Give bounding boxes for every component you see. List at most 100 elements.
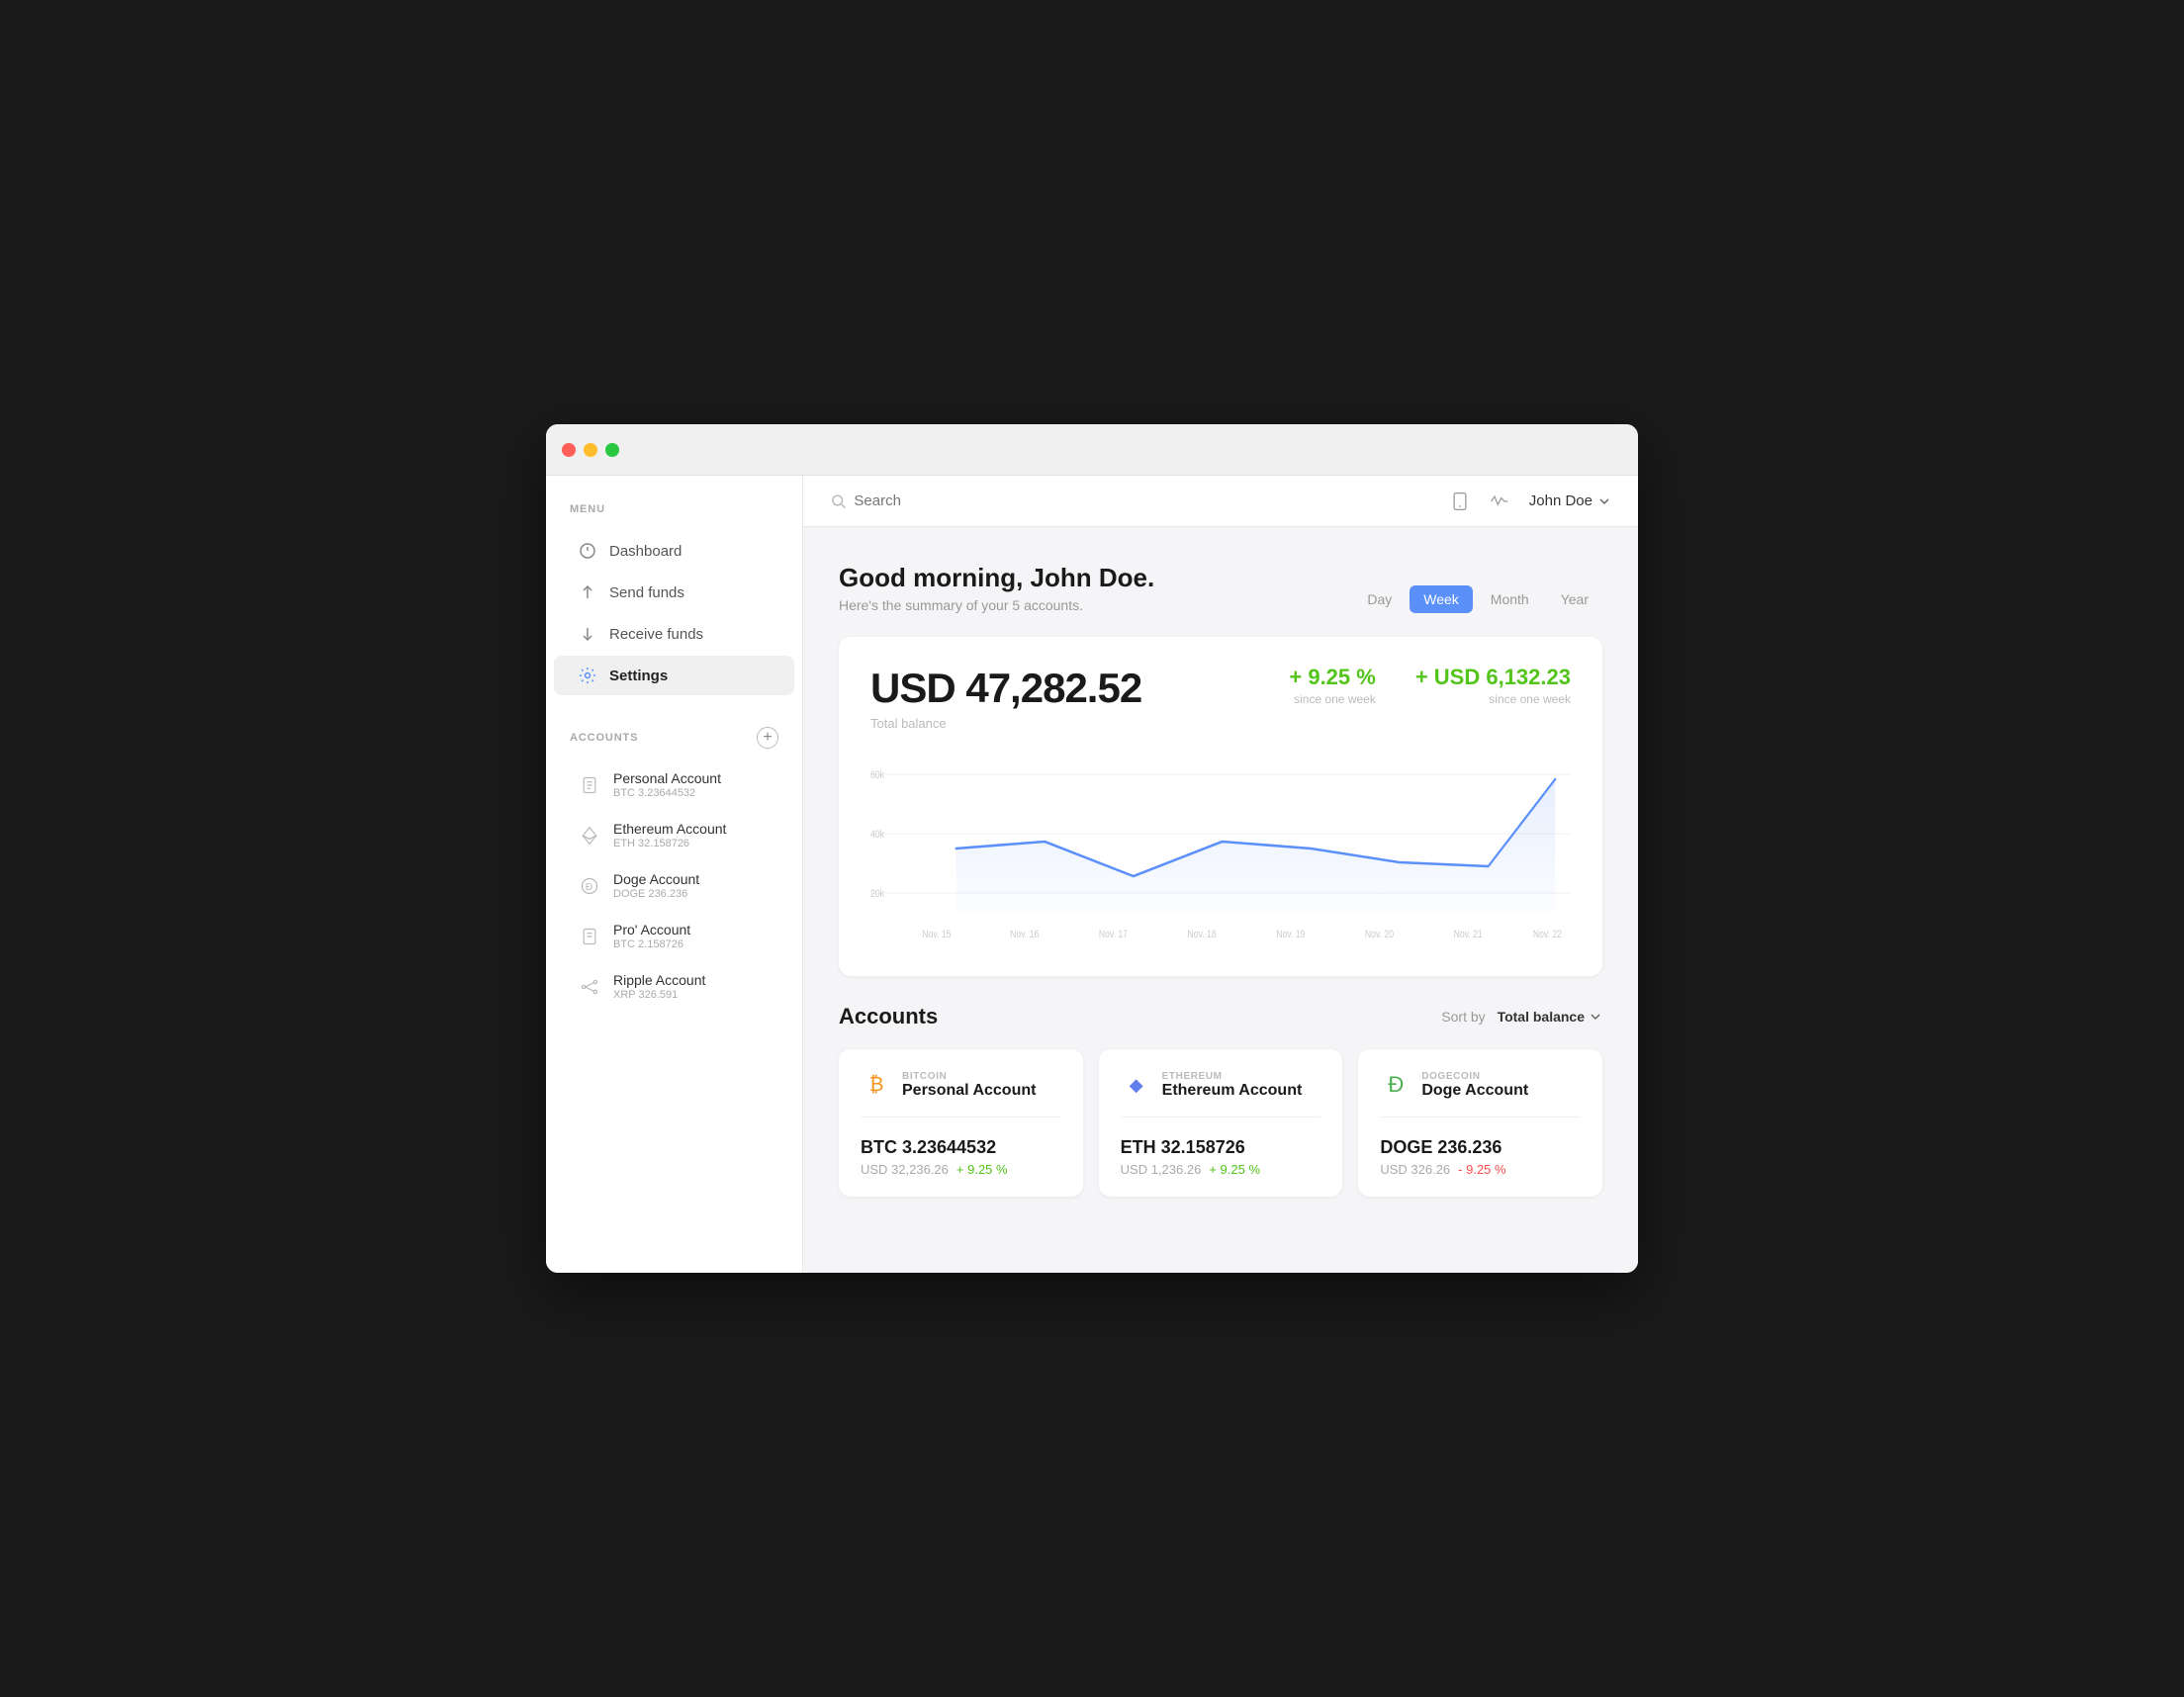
user-menu[interactable]: John Doe [1529, 492, 1610, 509]
sidebar-item-send-funds[interactable]: Send funds [554, 573, 794, 612]
svg-text:Nov. 22: Nov. 22 [1533, 929, 1562, 940]
close-button[interactable] [562, 443, 576, 457]
device-icon[interactable] [1450, 491, 1470, 511]
ethereum-account-name: Ethereum Account [1162, 1082, 1303, 1100]
ripple-account-name: Ripple Account [613, 972, 705, 988]
btc-icon-1 [578, 773, 601, 797]
sidebar-account-pro[interactable]: Pro' Account BTC 2.158726 [554, 912, 794, 960]
bitcoin-card-icon: ₿ [861, 1069, 892, 1101]
send-icon [578, 582, 597, 602]
balance-header: USD 47,282.52 Total balance + 9.25 % sin… [870, 665, 1571, 731]
ripple-account-sub: XRP 326.591 [613, 989, 705, 1001]
bitcoin-usd: USD 32,236.26 [861, 1162, 949, 1177]
titlebar [546, 424, 1638, 476]
send-funds-label: Send funds [609, 584, 684, 601]
stat-usd: + USD 6,132.23 since one week [1415, 665, 1571, 706]
stat-percent-label: since one week [1289, 692, 1375, 706]
menu-label: MENU [546, 503, 802, 515]
traffic-lights [562, 443, 619, 457]
card-header-ethereum: ◆ ETHEREUM Ethereum Account [1121, 1069, 1321, 1117]
sort-by[interactable]: Sort by Total balance [1441, 1009, 1602, 1025]
account-card-doge: Ð DOGECOIN Doge Account DOGE 236.236 USD… [1358, 1049, 1602, 1197]
settings-icon [578, 666, 597, 685]
topbar-actions: John Doe [1450, 491, 1610, 511]
content-area: Good morning, John Doe. Here's the summa… [803, 527, 1638, 1273]
balance-stats: + 9.25 % since one week + USD 6,132.23 s… [1289, 665, 1571, 706]
chart-svg: 60k 40k 20k [870, 755, 1571, 952]
svg-text:Nov. 15: Nov. 15 [922, 929, 952, 940]
main-content: John Doe Good morning, John Doe. Here's … [803, 476, 1638, 1273]
app-body: MENU Dashboard [546, 476, 1638, 1273]
chevron-down-icon [1598, 495, 1610, 507]
balance-card: USD 47,282.52 Total balance + 9.25 % sin… [839, 637, 1602, 976]
svg-text:Nov. 18: Nov. 18 [1188, 929, 1218, 940]
accounts-header: Accounts Sort by Total balance [839, 1004, 1602, 1029]
activity-icon[interactable] [1490, 491, 1509, 511]
doge-usd: USD 326.26 [1380, 1162, 1450, 1177]
sidebar-nav: Dashboard Send funds [546, 531, 802, 695]
receive-icon [578, 624, 597, 644]
accounts-title: Accounts [839, 1004, 938, 1029]
filter-month[interactable]: Month [1477, 585, 1543, 613]
accounts-section: Accounts Sort by Total balance [839, 1004, 1602, 1197]
card-info-doge: DOGECOIN Doge Account [1421, 1071, 1528, 1100]
accounts-section-label: ACCOUNTS + [546, 727, 802, 749]
pro-account-sub: BTC 2.158726 [613, 938, 690, 950]
doge-change: - 9.25 % [1458, 1162, 1505, 1177]
ethereum-usd-row: USD 1,236.26 + 9.25 % [1121, 1162, 1321, 1177]
search-wrap [831, 492, 1434, 509]
card-header-doge: Ð DOGECOIN Doge Account [1380, 1069, 1581, 1117]
sort-by-value: Total balance [1498, 1009, 1585, 1025]
card-header-bitcoin: ₿ BITCOIN Personal Account [861, 1069, 1061, 1117]
balance-label: Total balance [870, 716, 1141, 731]
dashboard-label: Dashboard [609, 543, 682, 560]
topbar: John Doe [803, 476, 1638, 527]
sort-chevron-icon [1589, 1010, 1602, 1024]
sidebar-account-ethereum[interactable]: Ethereum Account ETH 32.158726 [554, 811, 794, 859]
bitcoin-balance: BTC 3.23644532 [861, 1137, 1061, 1158]
minimize-button[interactable] [584, 443, 597, 457]
settings-label: Settings [609, 668, 668, 684]
pro-account-name: Pro' Account [613, 922, 690, 938]
sidebar-account-personal[interactable]: Personal Account BTC 3.23644532 [554, 760, 794, 809]
account-card-bitcoin: ₿ BITCOIN Personal Account BTC 3.2364453… [839, 1049, 1083, 1197]
card-info-bitcoin: BITCOIN Personal Account [902, 1071, 1036, 1100]
doge-account-name: Doge Account [613, 871, 699, 887]
eth-account-sub: ETH 32.158726 [613, 838, 726, 849]
doge-usd-row: USD 326.26 - 9.25 % [1380, 1162, 1581, 1177]
stat-percent: + 9.25 % since one week [1289, 665, 1375, 706]
search-icon [831, 493, 846, 509]
add-account-button[interactable]: + [757, 727, 778, 749]
greeting-title: Good morning, John Doe. [839, 563, 1154, 593]
greeting-text: Good morning, John Doe. Here's the summa… [839, 563, 1154, 613]
app-window: MENU Dashboard [546, 424, 1638, 1273]
doge-account-sub: DOGE 236.236 [613, 888, 699, 900]
sidebar-account-ripple[interactable]: Ripple Account XRP 326.591 [554, 962, 794, 1011]
balance-amount: USD 47,282.52 [870, 665, 1141, 712]
account-list: Personal Account BTC 3.23644532 Ethereum… [546, 760, 802, 1011]
stat-usd-value: + USD 6,132.23 [1415, 665, 1571, 690]
sidebar-item-settings[interactable]: Settings [554, 656, 794, 695]
svg-text:Nov. 19: Nov. 19 [1276, 929, 1306, 940]
receive-funds-label: Receive funds [609, 626, 703, 643]
sidebar-item-dashboard[interactable]: Dashboard [554, 531, 794, 571]
svg-text:Nov. 20: Nov. 20 [1365, 929, 1395, 940]
filter-week[interactable]: Week [1410, 585, 1473, 613]
filter-year[interactable]: Year [1547, 585, 1602, 613]
btc-icon-2 [578, 925, 601, 948]
doge-account-name: Doge Account [1421, 1082, 1528, 1100]
xrp-icon-sidebar [578, 975, 601, 999]
dashboard-icon [578, 541, 597, 561]
greeting-row: Good morning, John Doe. Here's the summa… [839, 563, 1602, 613]
svg-text:20k: 20k [870, 888, 884, 900]
personal-account-sub: BTC 3.23644532 [613, 787, 721, 799]
ethereum-coin-label: ETHEREUM [1162, 1071, 1303, 1082]
maximize-button[interactable] [605, 443, 619, 457]
sidebar-account-doge[interactable]: Ð Doge Account DOGE 236.236 [554, 861, 794, 910]
svg-text:60k: 60k [870, 769, 884, 781]
sidebar-item-receive-funds[interactable]: Receive funds [554, 614, 794, 654]
filter-day[interactable]: Day [1353, 585, 1406, 613]
ethereum-card-icon: ◆ [1121, 1069, 1152, 1101]
balance-left: USD 47,282.52 Total balance [870, 665, 1141, 731]
search-input[interactable] [854, 492, 1433, 509]
